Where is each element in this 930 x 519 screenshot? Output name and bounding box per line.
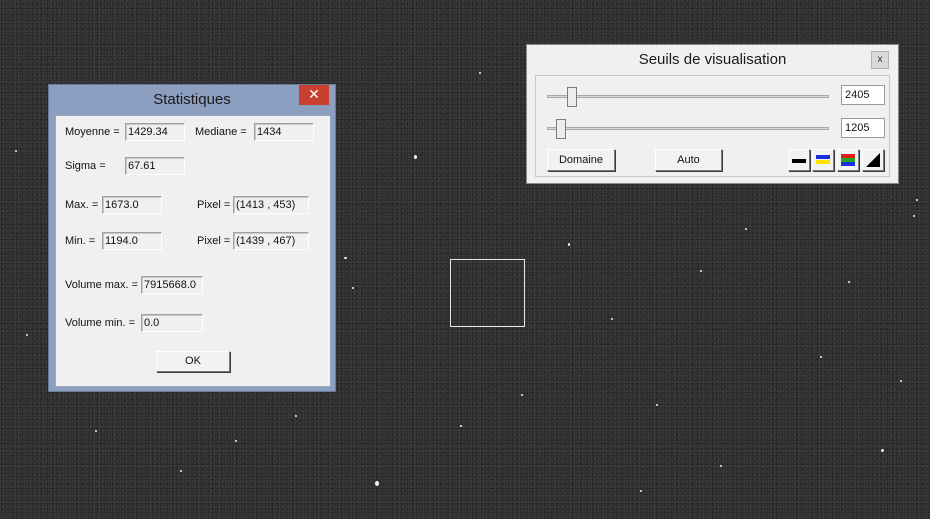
star	[479, 72, 481, 74]
high-threshold-input[interactable]: 2405	[841, 85, 885, 105]
gray-palette-button[interactable]	[788, 149, 810, 171]
star	[720, 465, 722, 467]
close-button[interactable]: ✕	[299, 85, 329, 105]
star	[656, 404, 658, 406]
statistics-window: Statistiques ✕ Moyenne = 1429.34 Mediane…	[48, 84, 336, 392]
star	[700, 270, 702, 272]
thresholds-panel: 2405 1205 Domaine Auto	[535, 75, 890, 177]
low-threshold-slider-track[interactable]	[547, 127, 829, 130]
volume-min-value: 0.0	[141, 314, 203, 332]
star	[611, 318, 613, 320]
sigma-label: Sigma =	[65, 160, 106, 172]
statistics-panel: Moyenne = 1429.34 Mediane = 1434 Sigma =…	[55, 115, 331, 387]
gray-palette-icon	[792, 159, 806, 163]
domaine-button[interactable]: Domaine	[547, 149, 615, 171]
star	[414, 155, 417, 159]
close-icon: x	[877, 54, 883, 65]
max-label: Max. =	[65, 199, 99, 211]
low-threshold-input[interactable]: 1205	[841, 118, 885, 138]
rainbow-palette-button[interactable]	[837, 149, 859, 171]
pixel-min-value: (1439 , 467)	[233, 232, 309, 250]
pixel-max-label: Pixel =	[197, 199, 231, 211]
moyenne-value: 1429.34	[125, 123, 185, 141]
star	[900, 380, 902, 382]
ramp-palette-icon	[866, 153, 880, 167]
star	[848, 281, 850, 283]
star	[26, 334, 28, 336]
star	[745, 228, 747, 230]
star	[913, 215, 915, 217]
star	[521, 394, 523, 396]
star	[881, 449, 884, 452]
mediane-value: 1434	[254, 123, 314, 141]
star	[460, 425, 462, 427]
star	[352, 287, 354, 289]
sigma-value: 67.61	[125, 157, 185, 175]
star	[640, 490, 642, 492]
rainbow-palette-icon	[841, 154, 855, 166]
statistics-title: Statistiques	[153, 91, 231, 108]
star	[820, 356, 822, 358]
low-threshold-slider-thumb[interactable]	[556, 119, 567, 139]
ok-button[interactable]: OK	[156, 351, 230, 372]
star	[295, 415, 297, 417]
blue-yellow-palette-button[interactable]	[812, 149, 834, 171]
high-threshold-slider-thumb[interactable]	[567, 87, 578, 107]
high-threshold-slider-track[interactable]	[547, 95, 829, 98]
pixel-min-label: Pixel =	[197, 235, 231, 247]
star	[235, 440, 237, 442]
star	[95, 430, 97, 432]
auto-button[interactable]: Auto	[655, 149, 722, 171]
volume-max-label: Volume max. =	[65, 279, 139, 291]
moyenne-label: Moyenne =	[65, 126, 120, 138]
display-thresholds-window: Seuils de visualisation x 2405 1205 Doma…	[526, 44, 899, 184]
max-value: 1673.0	[102, 196, 162, 214]
close-icon: ✕	[308, 86, 320, 102]
selection-rectangle[interactable]	[450, 259, 525, 327]
blue-yellow-palette-icon	[816, 155, 830, 164]
star	[916, 199, 918, 201]
star	[344, 257, 347, 259]
star	[15, 150, 17, 152]
mediane-label: Mediane =	[195, 126, 247, 138]
min-label: Min. =	[65, 235, 96, 247]
min-value: 1194.0	[102, 232, 162, 250]
star	[180, 470, 182, 472]
pixel-max-value: (1413 , 453)	[233, 196, 309, 214]
star	[568, 243, 570, 246]
volume-min-label: Volume min. =	[65, 317, 136, 329]
volume-max-value: 7915668.0	[141, 276, 203, 294]
close-button[interactable]: x	[871, 51, 889, 69]
thresholds-title: Seuils de visualisation	[638, 51, 787, 68]
star	[375, 481, 379, 486]
ramp-palette-button[interactable]	[862, 149, 884, 171]
